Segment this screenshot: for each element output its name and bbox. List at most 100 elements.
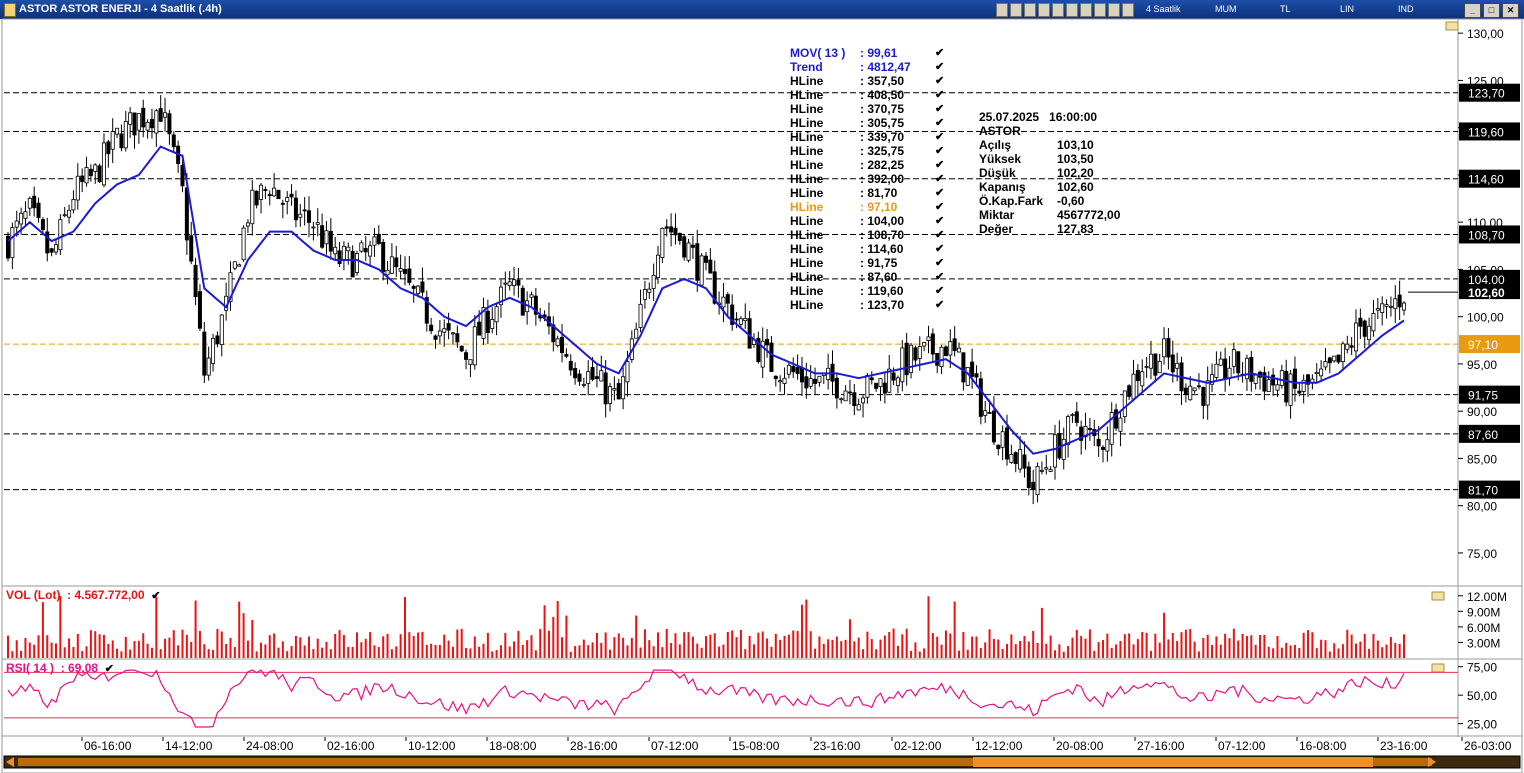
check-icon[interactable]: ✔ (935, 172, 944, 186)
check-icon[interactable]: ✔ (935, 284, 944, 298)
candle (1131, 373, 1136, 400)
check-icon[interactable]: ✔ (935, 88, 944, 102)
legend-label: HLine (790, 116, 824, 130)
candle (1297, 390, 1302, 394)
candle (1166, 338, 1171, 358)
candle (1122, 390, 1127, 417)
candle (690, 244, 695, 248)
check-icon[interactable]: ✔ (935, 242, 944, 256)
stock-chart[interactable]: 130,00125,00120,00115,00110,00105,00100,… (0, 0, 1524, 773)
candle (704, 255, 709, 263)
candle (1367, 325, 1372, 341)
candle (93, 164, 98, 172)
candle (996, 444, 1001, 450)
candle (293, 197, 298, 221)
candle (1271, 374, 1276, 386)
check-icon[interactable]: ✔ (151, 590, 160, 602)
candle (952, 338, 957, 352)
candle (795, 367, 800, 374)
candle (97, 165, 102, 183)
candle (307, 210, 312, 223)
candle (416, 285, 421, 294)
check-icon[interactable]: ✔ (935, 270, 944, 284)
candle (385, 269, 390, 276)
candle (1105, 439, 1110, 452)
check-icon[interactable]: ✔ (935, 200, 944, 214)
candle (158, 108, 163, 122)
candle (917, 346, 922, 359)
candle (1397, 294, 1402, 308)
candle (791, 366, 796, 373)
candle (1279, 370, 1284, 386)
candle (472, 326, 477, 366)
check-icon[interactable]: ✔ (935, 256, 944, 270)
candle (1096, 438, 1101, 447)
candle (664, 226, 669, 229)
check-icon[interactable]: ✔ (935, 228, 944, 242)
candle (1196, 385, 1201, 388)
panel-options-icon[interactable] (1431, 591, 1445, 601)
y-tick-label: 75,00 (1467, 547, 1497, 561)
check-icon[interactable]: ✔ (105, 663, 114, 675)
y-tick-label: 50,00 (1467, 689, 1497, 703)
level-label: 87,60 (1468, 428, 1498, 442)
candle (1266, 379, 1271, 392)
level-label: 81,70 (1468, 484, 1498, 498)
candle (978, 378, 983, 417)
x-tick-label: 18-08:00 (489, 739, 537, 753)
scrollbar-thumb[interactable] (973, 757, 1373, 767)
info-label: Miktar (979, 208, 1015, 222)
check-icon[interactable]: ✔ (935, 46, 944, 60)
candle (843, 390, 848, 402)
candle (14, 220, 19, 228)
candle (394, 257, 399, 268)
candle (27, 197, 32, 209)
candle (1354, 322, 1359, 352)
check-icon[interactable]: ✔ (935, 116, 944, 130)
candle (1188, 385, 1193, 401)
check-icon[interactable]: ✔ (935, 144, 944, 158)
candle (1148, 353, 1153, 369)
check-icon[interactable]: ✔ (935, 130, 944, 144)
check-icon[interactable]: ✔ (935, 102, 944, 116)
candle (1114, 409, 1119, 429)
candle (1380, 303, 1385, 313)
candle (1066, 416, 1071, 445)
candle (813, 378, 818, 384)
candle (891, 372, 896, 381)
candle (141, 107, 146, 128)
check-icon[interactable]: ✔ (935, 60, 944, 74)
info-label: Yüksek (979, 152, 1022, 166)
legend-value: : 119,60 (860, 284, 904, 298)
candle (1022, 454, 1027, 469)
candle (324, 230, 329, 245)
candle (62, 214, 67, 217)
check-icon[interactable]: ✔ (935, 158, 944, 172)
candle (433, 335, 438, 340)
panel-options-icon[interactable] (1445, 21, 1459, 31)
candle (1201, 387, 1206, 406)
check-icon[interactable]: ✔ (935, 186, 944, 200)
legend-label: HLine (790, 158, 824, 172)
check-icon[interactable]: ✔ (935, 298, 944, 312)
candle (1070, 414, 1075, 417)
legend-label: HLine (790, 186, 824, 200)
candle (285, 197, 290, 202)
candle (67, 209, 72, 218)
candle (420, 281, 425, 293)
candle (682, 236, 687, 258)
check-icon[interactable]: ✔ (935, 74, 944, 88)
info-row: Değer 127,83 (979, 222, 1097, 236)
candle (1371, 313, 1376, 332)
info-value: 103,10 (1057, 138, 1094, 152)
volume-label: VOL (Lot) (6, 588, 61, 602)
candle (110, 131, 115, 150)
legend-label: HLine (790, 256, 824, 270)
candle (232, 261, 237, 269)
level-label: 91,75 (1468, 389, 1498, 403)
candle (1375, 308, 1380, 311)
check-icon[interactable]: ✔ (935, 214, 944, 228)
panel-options-icon[interactable] (1431, 663, 1445, 673)
legend-label: HLine (790, 242, 824, 256)
candle (935, 352, 940, 366)
